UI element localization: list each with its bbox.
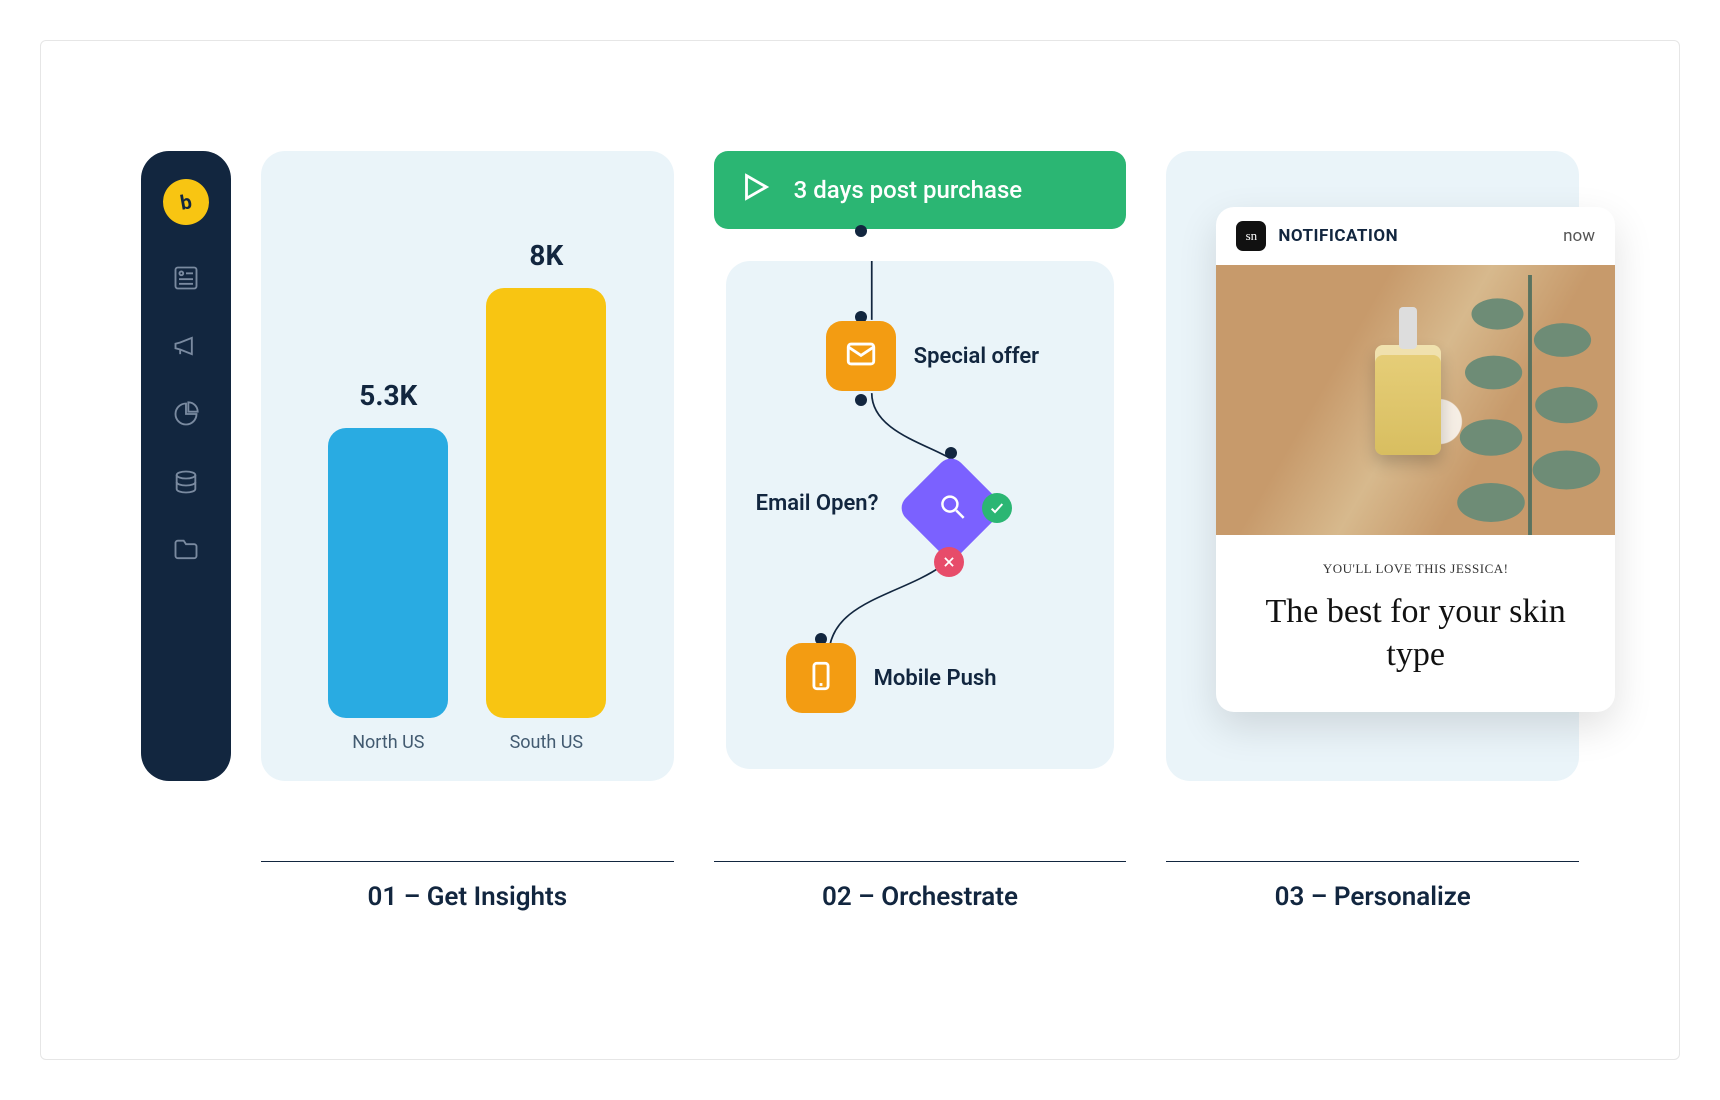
sidebar: b: [141, 151, 231, 781]
decision-label: Email Open?: [756, 491, 879, 516]
bar-label: North US: [352, 732, 424, 753]
caption-orchestrate: 02 – Orchestrate: [714, 861, 1127, 912]
col-personalize: sn NOTIFICATION now: [1166, 151, 1579, 999]
mobile-icon: [804, 659, 838, 697]
flow-node-push[interactable]: Mobile Push: [786, 643, 997, 713]
flow-dot: [855, 225, 867, 237]
pie-chart-icon[interactable]: [171, 399, 201, 429]
panel-personalize: sn NOTIFICATION now: [1166, 151, 1579, 781]
bar-value: 8K: [529, 239, 563, 272]
bar-south: [486, 288, 606, 718]
product-bottle: [1375, 345, 1441, 455]
app-frame: b 5.3K North US: [40, 40, 1680, 1060]
panel-insights: 5.3K North US 8K South US: [261, 151, 674, 781]
flow-dot: [855, 394, 867, 406]
logo-glyph: b: [178, 189, 193, 215]
app-badge: sn: [1236, 221, 1266, 251]
decision-no-badge: [934, 547, 964, 577]
megaphone-icon[interactable]: [171, 331, 201, 361]
notification-image: [1216, 265, 1615, 535]
panel-orchestrate: 3 days post purchase: [714, 151, 1127, 781]
database-icon[interactable]: [171, 467, 201, 497]
flow-node-email[interactable]: Special offer: [826, 321, 1039, 391]
caption-personalize: 03 – Personalize: [1166, 861, 1579, 912]
decision-yes-badge: [982, 493, 1012, 523]
mail-icon: [844, 337, 878, 375]
leaf-decoration: [1435, 275, 1615, 535]
bar-north: [328, 428, 448, 718]
notification-eyebrow: YOU'LL LOVE THIS JESSICA!: [1248, 561, 1583, 577]
search-icon: [928, 485, 973, 530]
push-node-label: Mobile Push: [874, 666, 997, 691]
flow-trigger-label: 3 days post purchase: [794, 176, 1022, 204]
dashboard-icon[interactable]: [171, 263, 201, 293]
flow-body: Special offer Email Open?: [726, 261, 1115, 769]
columns: 5.3K North US 8K South US 01 – Get Insig…: [261, 151, 1579, 999]
flow-trigger[interactable]: 3 days post purchase: [714, 151, 1127, 229]
notification-headline: The best for your skin type: [1248, 591, 1583, 676]
caption-insights: 01 – Get Insights: [261, 861, 674, 912]
email-node-box: [826, 321, 896, 391]
notification-time: now: [1563, 226, 1595, 246]
notification-body: YOU'LL LOVE THIS JESSICA! The best for y…: [1216, 535, 1615, 712]
bar-label: South US: [510, 732, 584, 753]
col-insights: 5.3K North US 8K South US 01 – Get Insig…: [261, 151, 674, 999]
col-orchestrate: 3 days post purchase: [714, 151, 1127, 999]
notification-card[interactable]: sn NOTIFICATION now: [1216, 207, 1615, 712]
bar-chart: 5.3K North US 8K South US: [261, 239, 674, 753]
logo-badge[interactable]: b: [159, 175, 212, 228]
folder-icon[interactable]: [171, 535, 201, 565]
push-node-box: [786, 643, 856, 713]
email-node-label: Special offer: [914, 344, 1039, 369]
notification-header: sn NOTIFICATION now: [1216, 207, 1615, 265]
play-icon: [738, 170, 772, 210]
notification-title: NOTIFICATION: [1278, 226, 1551, 246]
bar-group-north: 5.3K North US: [328, 379, 448, 753]
bar-group-south: 8K South US: [486, 239, 606, 753]
bar-value: 5.3K: [359, 379, 417, 412]
